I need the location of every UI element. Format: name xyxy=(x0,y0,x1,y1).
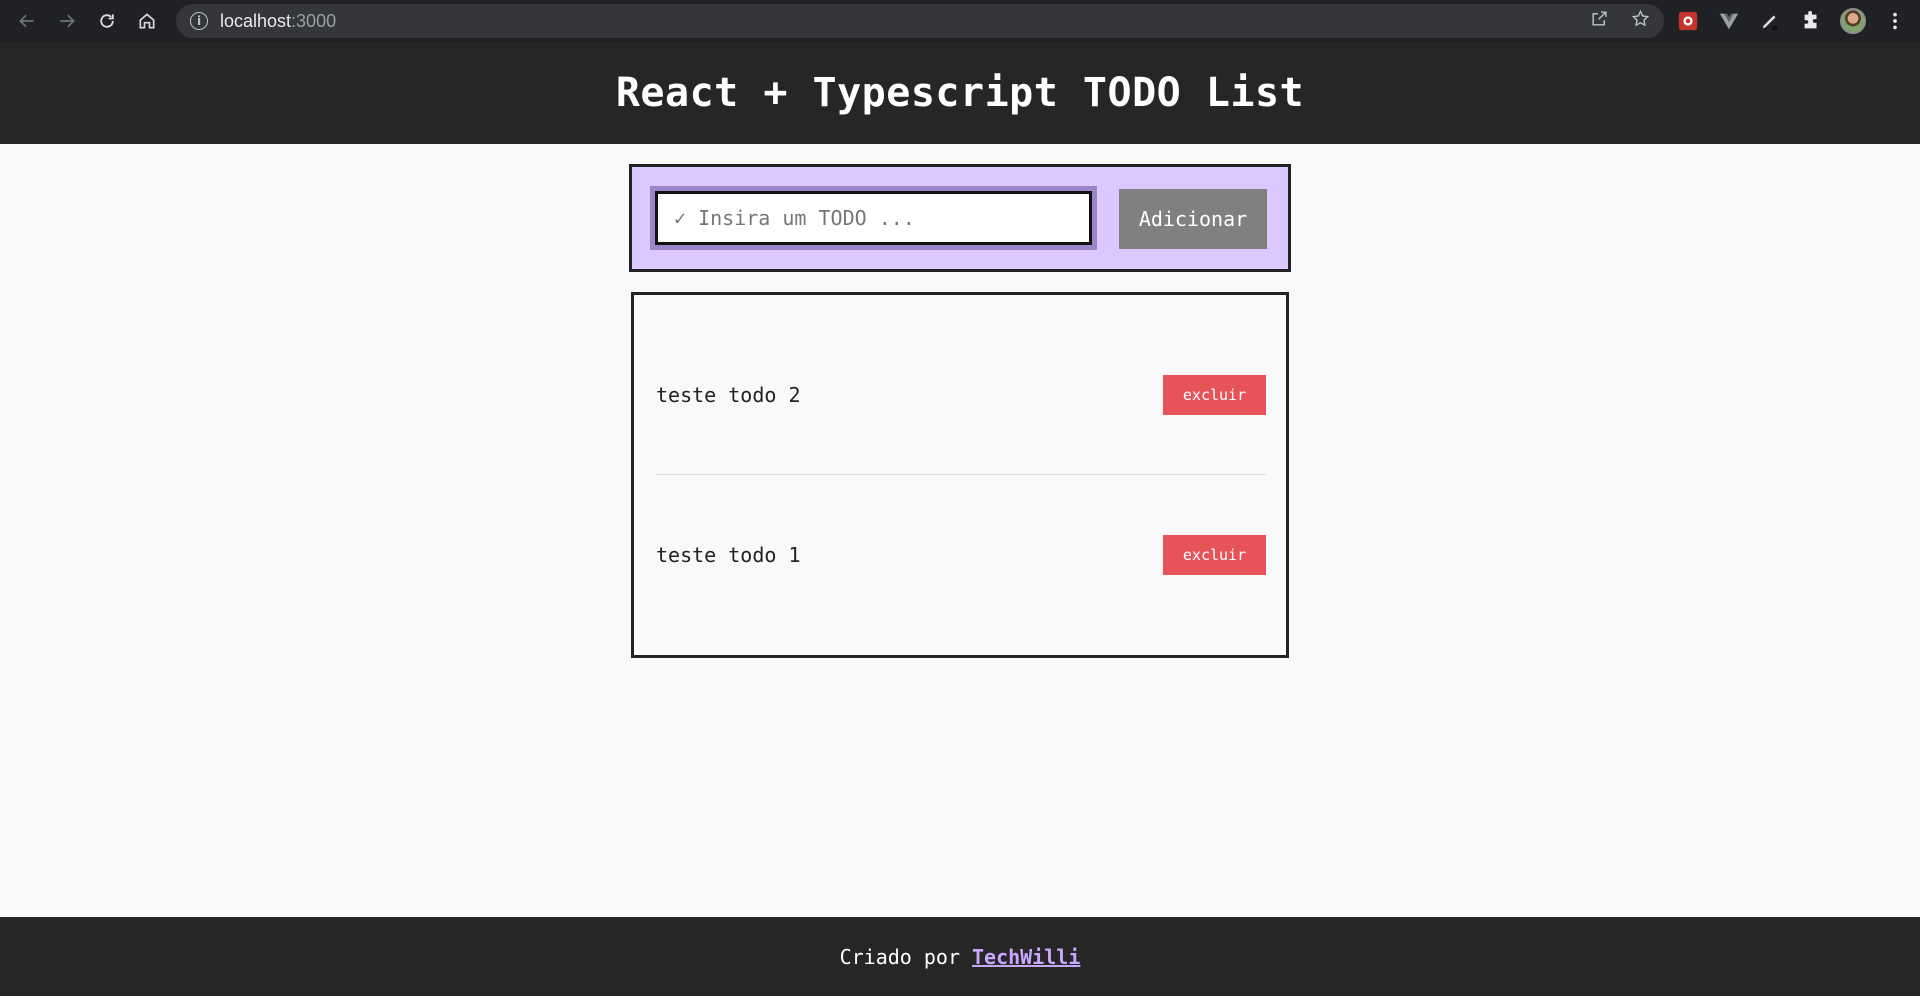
pen-extension-icon[interactable] xyxy=(1758,9,1782,33)
forward-icon[interactable] xyxy=(47,1,87,41)
add-todo-form: Adicionar xyxy=(629,164,1291,272)
reload-icon[interactable] xyxy=(87,1,127,41)
todo-item: teste todo 1 excluir xyxy=(656,535,1266,575)
url-port: :3000 xyxy=(291,10,337,31)
todo-text: teste todo 2 xyxy=(656,383,801,407)
delete-button[interactable]: excluir xyxy=(1163,535,1266,575)
footer-credit-text: Criado por xyxy=(839,944,961,969)
back-icon[interactable] xyxy=(7,1,47,41)
browser-menu-icon[interactable] xyxy=(1883,9,1907,33)
extensions-puzzle-icon[interactable] xyxy=(1799,9,1823,33)
todo-item: teste todo 2 excluir xyxy=(656,375,1266,415)
todo-text: teste todo 1 xyxy=(656,543,801,567)
browser-toolbar: i localhost:3000 xyxy=(0,0,1920,42)
delete-button[interactable]: excluir xyxy=(1163,375,1266,415)
add-button[interactable]: Adicionar xyxy=(1119,189,1267,249)
home-icon[interactable] xyxy=(127,1,167,41)
todo-divider xyxy=(656,474,1266,475)
profile-avatar[interactable] xyxy=(1840,8,1866,34)
address-bar[interactable]: i localhost:3000 xyxy=(176,4,1664,38)
todo-input-focus-ring xyxy=(650,186,1097,250)
bookmark-star-icon[interactable] xyxy=(1631,9,1650,33)
app-footer: Criado por TechWilli xyxy=(0,917,1920,996)
todo-list: teste todo 2 excluir teste todo 1 exclui… xyxy=(631,292,1289,658)
vue-devtools-icon[interactable] xyxy=(1717,9,1741,33)
share-icon[interactable] xyxy=(1590,9,1609,33)
app-header: React + Typescript TODO List xyxy=(0,42,1920,144)
site-info-icon[interactable]: i xyxy=(190,12,208,30)
url-host: localhost xyxy=(220,10,292,31)
page-title: React + Typescript TODO List xyxy=(615,70,1305,116)
extension-red-icon[interactable] xyxy=(1676,9,1700,33)
footer-author-link[interactable]: TechWilli xyxy=(972,945,1080,969)
todo-input[interactable] xyxy=(655,191,1092,245)
